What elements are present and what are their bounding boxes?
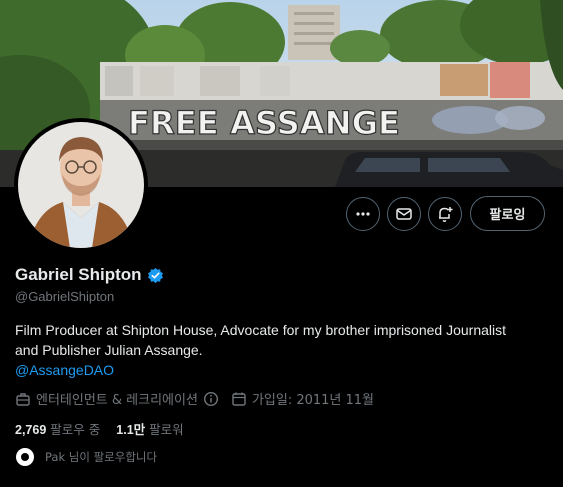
bell-plus-icon xyxy=(439,207,453,222)
display-name: Gabriel Shipton xyxy=(15,265,142,284)
joined-label: 가입일: 2011년 11월 xyxy=(251,393,375,408)
envelope-icon xyxy=(396,208,412,220)
category-label: 엔터테인먼트 & 레크리에이션 xyxy=(36,393,198,408)
handle: @GabrielShipton xyxy=(15,289,115,304)
more-horizontal-icon xyxy=(356,212,370,216)
follow-stats: 2,769 팔로우 중 1.1만 팔로워 xyxy=(15,419,200,438)
info-icon[interactable] xyxy=(203,391,219,407)
briefcase-icon xyxy=(16,392,30,406)
verified-badge-icon[interactable] xyxy=(147,267,164,284)
follower-avatar xyxy=(16,448,34,466)
bio-line-2: and Publisher Julian Assange. xyxy=(15,342,203,358)
bio-mention-link[interactable]: @AssangeDAO xyxy=(15,362,114,378)
followed-by[interactable]: Pak 님이 팔로우합니다 xyxy=(15,447,157,467)
profile-meta: 엔터테인먼트 & 레크리에이션 가입일: 2011년 11월 xyxy=(15,389,386,408)
following-stat[interactable]: 2,769 팔로우 중 xyxy=(15,419,100,438)
followers-count: 1.1만 xyxy=(116,423,146,437)
following-button[interactable]: 팔로잉 xyxy=(470,196,545,231)
following-label: 팔로우 중 xyxy=(50,422,101,437)
following-count: 2,769 xyxy=(15,423,47,437)
avatar[interactable] xyxy=(18,122,144,248)
calendar-icon xyxy=(232,392,246,406)
graffiti-text: FREE ASSANGE xyxy=(128,104,400,142)
avatar-image xyxy=(18,122,144,248)
avatar-frame[interactable] xyxy=(14,118,148,252)
followers-stat[interactable]: 1.1만 팔로워 xyxy=(116,419,183,438)
name-row: Gabriel Shipton xyxy=(15,265,164,285)
followers-label: 팔로워 xyxy=(149,422,184,437)
message-button[interactable] xyxy=(387,197,421,231)
category-item: 엔터테인먼트 & 레크리에이션 xyxy=(15,389,219,408)
more-button[interactable] xyxy=(346,197,380,231)
followed-by-text: Pak 님이 팔로우합니다 xyxy=(45,450,158,464)
bio: Film Producer at Shipton House, Advocate… xyxy=(15,320,545,380)
joined-item: 가입일: 2011년 11월 xyxy=(231,389,374,408)
notify-button[interactable] xyxy=(428,197,462,231)
bio-line-1: Film Producer at Shipton House, Advocate… xyxy=(15,322,507,338)
